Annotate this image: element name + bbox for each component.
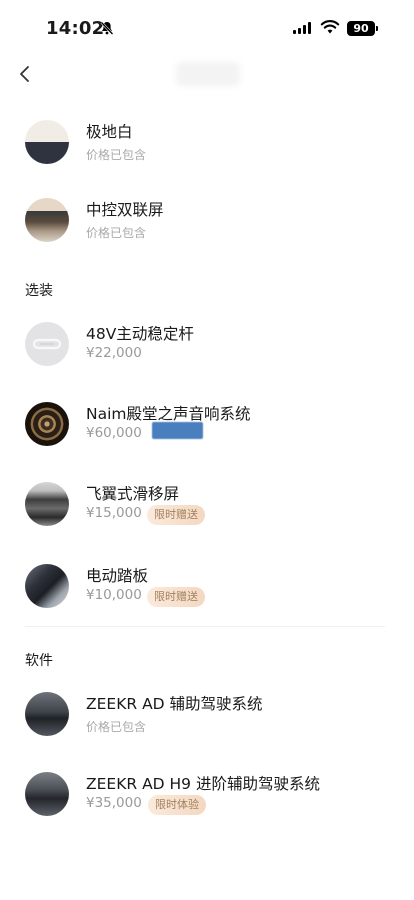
- polar-white-thumbnail: [25, 120, 69, 164]
- stabilizer-bar-thumbnail: [25, 322, 69, 366]
- item-name: Naim殿堂之声音响系统: [86, 405, 251, 423]
- status-bar: 14:02 90: [0, 0, 414, 60]
- section-title-options: 选装: [25, 283, 53, 299]
- battery-indicator: 90: [347, 21, 378, 36]
- promo-badge: 限时赠送: [147, 587, 205, 607]
- item-name: 电动踏板: [86, 567, 149, 585]
- bell-slash-icon: [100, 21, 114, 35]
- list-item-zeekr-ad[interactable]: ZEEKR AD 辅助驾驶系统 价格已包含: [0, 684, 414, 744]
- section-title-software: 软件: [25, 653, 53, 669]
- cellular-signal-icon: [293, 22, 311, 34]
- item-subtitle: 价格已包含: [86, 226, 147, 240]
- item-price: ¥35,000: [86, 795, 142, 811]
- promo-badge: 限时赠送: [147, 505, 205, 525]
- sliding-screen-thumbnail: [25, 482, 69, 526]
- item-price: ¥15,000: [86, 505, 142, 521]
- item-price: ¥60,000: [86, 425, 142, 441]
- item-name: 极地白: [86, 123, 133, 141]
- item-name: 48V主动稳定杆: [86, 325, 194, 343]
- item-name: ZEEKR AD H9 进阶辅助驾驶系统: [86, 775, 320, 793]
- status-time: 14:02: [46, 18, 105, 39]
- list-item-zeekr-ad-h9[interactable]: ZEEKR AD H9 进阶辅助驾驶系统 ¥35,000 限时体验: [0, 764, 414, 824]
- item-name: 中控双联屏: [86, 201, 164, 219]
- list-item-sliding-screen[interactable]: 飞翼式滑移屏 ¥15,000 限时赠送: [0, 474, 414, 534]
- section-divider: [25, 626, 385, 627]
- power-step-thumbnail: [25, 564, 69, 608]
- list-item-stabilizer[interactable]: 48V主动稳定杆 ¥22,000: [0, 314, 414, 374]
- item-subtitle: 价格已包含: [86, 148, 147, 162]
- promo-badge: 限时体验: [148, 795, 206, 815]
- list-item-naim-audio[interactable]: Naim殿堂之声音响系统 ¥60,000: [0, 394, 414, 454]
- item-price: ¥10,000: [86, 587, 142, 603]
- redacted-badge: [152, 422, 203, 439]
- item-subtitle: 价格已包含: [86, 720, 147, 734]
- back-arrow-icon[interactable]: [16, 62, 36, 86]
- list-item-polar-white[interactable]: 极地白 价格已包含: [0, 112, 414, 172]
- zeekr-ad-thumbnail: [25, 692, 69, 736]
- naim-speaker-thumbnail: [25, 402, 69, 446]
- item-name: 飞翼式滑移屏: [86, 485, 180, 503]
- wifi-icon: [320, 20, 340, 34]
- item-name: ZEEKR AD 辅助驾驶系统: [86, 695, 263, 713]
- page-title: [176, 62, 240, 86]
- list-item-dual-screen[interactable]: 中控双联屏 价格已包含: [0, 190, 414, 250]
- item-price: ¥22,000: [86, 345, 142, 361]
- zeekr-ad-h9-thumbnail: [25, 772, 69, 816]
- list-item-power-step[interactable]: 电动踏板 ¥10,000 限时赠送: [0, 556, 414, 616]
- dual-screen-thumbnail: [25, 198, 69, 242]
- stabilizer-bar-icon: [32, 338, 62, 350]
